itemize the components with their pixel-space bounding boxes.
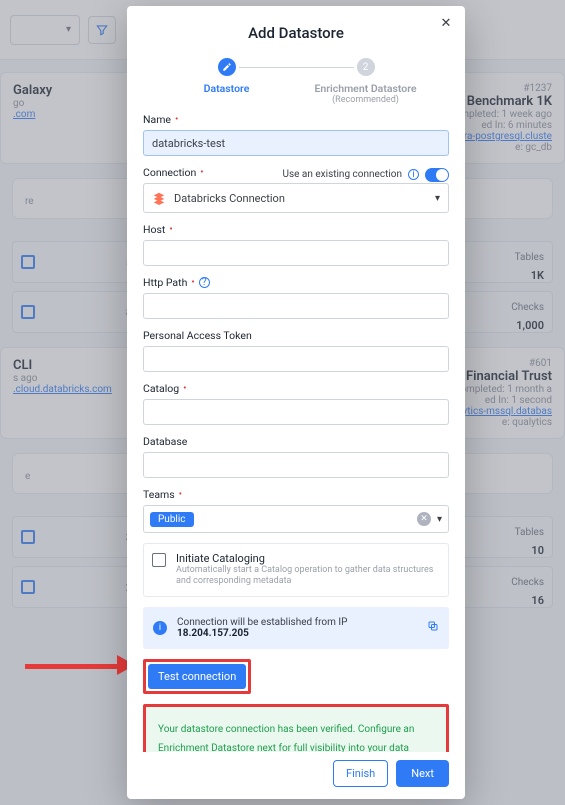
step-label: Datastore [157,82,296,95]
initiate-cataloging-option[interactable]: Initiate Cataloging Automatically start … [143,543,449,597]
copy-icon[interactable] [427,620,439,635]
modal-title: Add Datastore [127,6,465,48]
teams-select[interactable]: Public ✕ ▾ [143,505,449,533]
label-token: Personal Access Token [143,329,252,342]
field-name: Name • [143,113,449,156]
option-sub: Automatically start a Catalog operation … [176,565,440,588]
catalog-input[interactable] [143,399,449,425]
close-icon[interactable]: ✕ [437,14,455,32]
option-title: Initiate Cataloging [176,552,440,565]
label-catalog: Catalog [143,382,179,395]
field-database: Database [143,435,449,478]
success-banner: Your datastore connection has been verif… [143,704,449,753]
info-text: Connection will be established from IP 1… [177,617,417,639]
help-icon[interactable]: ? [199,277,210,288]
next-button[interactable]: Next [396,760,449,787]
required-icon: • [169,224,172,235]
label-database: Database [143,435,187,448]
label-http-path: Http Path [143,276,187,289]
pencil-icon [218,58,236,76]
connection-select[interactable]: Databricks Connection ▾ [143,183,449,213]
label-teams: Teams [143,488,175,501]
help-icon[interactable]: i [408,169,419,180]
field-teams: Teams • Public ✕ ▾ [143,488,449,533]
toggle-label: Use an existing connection [283,169,403,180]
token-input[interactable] [143,346,449,372]
required-icon: • [191,277,194,288]
existing-connection-toggle[interactable] [425,168,449,182]
field-http-path: Http Path •? [143,276,449,319]
add-datastore-modal: ✕ Add Datastore Datastore 2 Enrichment D… [127,6,465,799]
finish-button[interactable]: Finish [333,760,388,787]
step-number: 2 [357,58,375,76]
stepper: Datastore 2 Enrichment Datastore (Recomm… [127,48,465,107]
team-chip[interactable]: Public [150,512,194,527]
modal-footer: Finish Next [127,752,465,799]
required-icon: • [179,489,182,500]
success-text: Your datastore connection has been verif… [158,724,414,753]
clear-icon[interactable]: ✕ [417,512,431,526]
databricks-icon [152,191,166,205]
step-label: Enrichment Datastore [296,82,435,95]
info-icon: i [153,621,167,635]
step-datastore[interactable]: Datastore [157,58,296,95]
label-host: Host [143,223,165,236]
http-path-input[interactable] [143,293,449,319]
name-input[interactable] [143,130,449,156]
required-icon: • [183,383,186,394]
field-connection: Connection • Use an existing connection i… [143,166,449,213]
required-icon: • [200,167,203,178]
step-enrichment[interactable]: 2 Enrichment Datastore (Recommended) [296,58,435,105]
checkbox[interactable] [152,553,166,567]
ip-info-banner: i Connection will be established from IP… [143,607,449,649]
database-input[interactable] [143,452,449,478]
step-sublabel: (Recommended) [296,95,435,105]
field-catalog: Catalog • [143,382,449,425]
label-connection: Connection [143,166,196,179]
field-token: Personal Access Token [143,329,449,372]
required-icon: • [175,114,178,125]
label-name: Name [143,113,171,126]
chevron-down-icon[interactable]: ▾ [437,514,442,525]
test-connection-highlight: Test connection [143,659,251,694]
host-input[interactable] [143,240,449,266]
connection-selected: Databricks Connection [174,192,285,205]
test-connection-button[interactable]: Test connection [148,664,246,689]
field-host: Host • [143,223,449,266]
chevron-down-icon: ▾ [435,193,440,204]
